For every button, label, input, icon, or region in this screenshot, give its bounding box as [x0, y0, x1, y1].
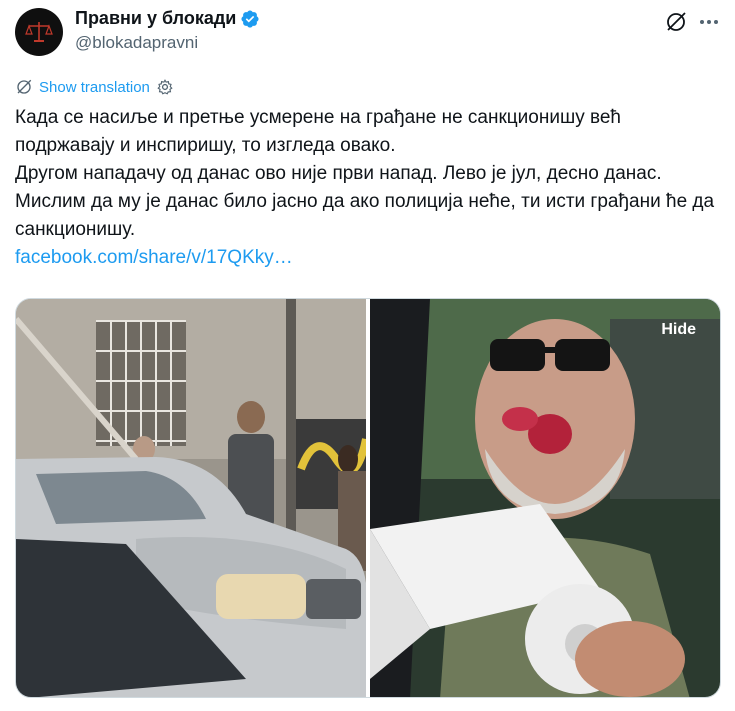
- grok-button[interactable]: [664, 10, 688, 34]
- tweet-text: Када се насиље и претње усмерене на грађ…: [15, 104, 715, 272]
- translation-row: Show translation: [15, 78, 174, 96]
- more-dots-icon: [700, 20, 718, 24]
- tweet-link[interactable]: facebook.com/share/v/17QKky…: [15, 244, 293, 272]
- street-scene-with-car-photo[interactable]: [16, 299, 366, 697]
- media-grid[interactable]: Hide: [15, 298, 721, 698]
- grok-translate-icon: [17, 79, 32, 94]
- hide-media-button[interactable]: Hide: [651, 317, 706, 343]
- user-handle[interactable]: @blokadapravni: [75, 33, 198, 53]
- gear-icon[interactable]: [156, 78, 174, 96]
- tweet-paragraph-2: Другом нападачу од данас ово није први н…: [15, 163, 715, 240]
- user-name-row[interactable]: Правни у блокади: [75, 8, 260, 29]
- more-options-button[interactable]: [697, 10, 721, 34]
- tweet-paragraph-1: Када се насиље и претње усмерене на грађ…: [15, 107, 621, 156]
- show-translation-link[interactable]: Show translation: [39, 79, 150, 96]
- scales-of-justice-icon: [25, 22, 53, 42]
- avatar[interactable]: [15, 8, 63, 56]
- grok-icon: [667, 12, 686, 31]
- display-name[interactable]: Правни у блокади: [75, 8, 236, 29]
- man-with-bloody-face-photo[interactable]: Hide: [370, 299, 720, 697]
- verified-badge-icon: [241, 9, 259, 28]
